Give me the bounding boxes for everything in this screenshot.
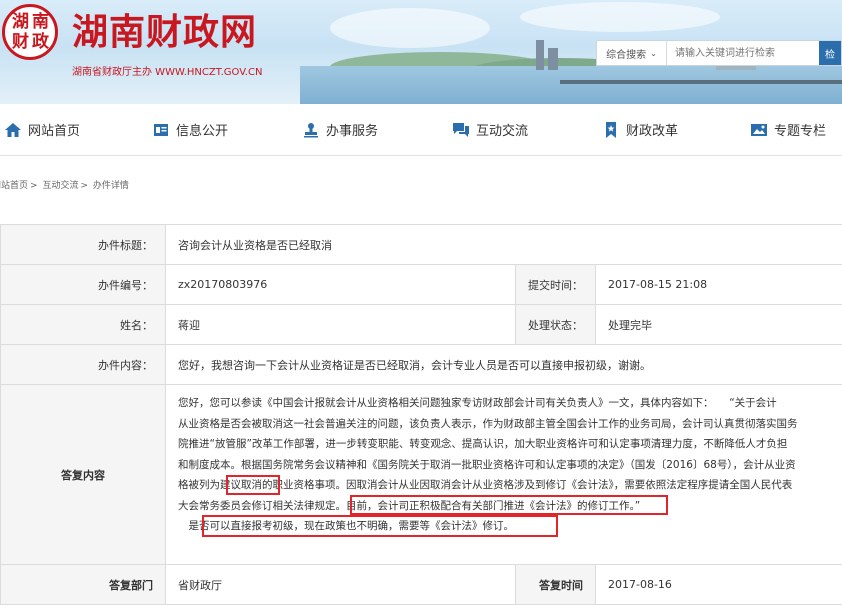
table-row: 办件标题： 咨询会计从业资格是否已经取消 [0,224,842,265]
nav-item-home[interactable]: 网站首页 [4,104,80,155]
nav-item-special[interactable]: 专题专栏 [750,104,826,155]
answer-line: 是否可以直接报考初级，现在政策也不明确，需要等《会计法》修订。 [178,520,514,532]
status-value: 处理完毕 [594,304,842,345]
site-logo-seal[interactable]: 湖 南 财 政 [2,4,58,60]
table-row: 办件编号： zx20170803976 提交时间： 2017-08-15 21:… [0,264,842,305]
table-row: 姓名： 蒋迎 处理状态： 处理完毕 [0,304,842,345]
search-scope-select[interactable]: 综合搜索 ⌄ [597,41,667,65]
answer-line: 院推进“放管服”改革工作部署，进一步转变职能、转变观念、提高认识，加大职业资格许… [178,438,788,450]
content-value: 您好，我想咨询一下会计从业资格证是否已经取消，会计专业人员是否可以直接申报初级，… [164,344,842,385]
site-header-banner: 湖 南 财 政 湖南财政网 湖南省财政厅主办 WWW.HNCZT.GOV.CN … [0,0,842,104]
nav-item-label: 专题专栏 [774,124,827,139]
building-decoration [536,40,544,70]
seal-char: 南 [32,12,49,32]
stamp-icon [304,122,318,137]
answer-line: 大会常务委员会修订相关法律规定。目前，会计司正积极配合有关部门推进《会计法》的修… [178,499,641,512]
cloud-decoration [330,8,490,48]
breadcrumb-current: 办件详情 [92,181,129,191]
nav-item-service[interactable]: 办事服务 [302,104,378,155]
nav-item-label: 财政改革 [626,124,679,139]
search-scope-label: 综合搜索 [606,49,647,61]
search-input[interactable] [667,41,819,65]
seal-char: 政 [32,32,49,52]
answer-line: 和制度成本。根据国务院常务会议精神和《国务院关于取消一批职业资格许可和认定事项的… [178,458,796,471]
chevron-down-icon: ⌄ [650,48,657,58]
submit-time-label: 提交时间： [515,264,596,305]
chat-icon [453,122,469,137]
nav-item-reform[interactable]: 财政改革 [602,104,678,155]
status-label: 处理状态： [515,304,596,345]
table-row: 办件内容： 您好，我想咨询一下会计从业资格证是否已经取消，会计专业人员是否可以直… [0,344,842,385]
cloud-decoration [520,2,720,32]
nav-item-interaction[interactable]: 互动交流 [452,104,528,155]
site-title[interactable]: 湖南财政网 [72,12,257,54]
nav-item-label: 信息公开 [176,124,229,139]
bookmark-icon [606,121,616,138]
main-nav: 网站首页 信息公开 办事服务 互动交流 财政改革 专题专栏 [0,104,842,156]
answer-label: 答复内容 [0,384,166,565]
number-label: 办件编号： [0,264,166,305]
answer-line: 格被列为建议取消的职业资格事项。因取消会计从业因取消会计从业资格涉及到修订《会计… [178,479,793,491]
picture-icon [751,123,767,136]
answer-content: 您好，您可以参读《中国会计报就会计从业资格相关问题独家专访财政部会计司有关负责人… [166,385,842,545]
seal-char: 财 [12,32,29,52]
nav-item-label: 网站首页 [28,124,81,139]
dept-label: 答复部门 [0,564,166,605]
document-icon [154,123,168,136]
title-value: 咨询会计从业资格是否已经取消 [164,224,842,265]
bridge-decoration [560,80,842,84]
site-subtitle: 湖南省财政厅主办 WWW.HNCZT.GOV.CN [72,67,263,78]
reply-time-value: 2017-08-16 [594,564,842,605]
building-decoration [548,48,558,70]
number-value: zx20170803976 [165,264,516,305]
table-row: 答复部门 省财政厅 答复时间 2017-08-16 [0,564,842,605]
search-bar: 综合搜索 ⌄ 检 [596,40,842,66]
search-button[interactable]: 检 [819,41,841,65]
dept-value: 省财政厅 [165,564,516,605]
breadcrumb-link-home[interactable]: 网站首页 [0,181,28,191]
seal-char: 湖 [12,12,29,32]
answer-line: 从业资格是否会被取消这一社会普遍关注的问题，该负责人表示，作为财政部主管全国会计… [178,417,798,430]
title-label: 办件标题： [0,224,166,265]
nav-item-label: 办事服务 [326,124,379,139]
breadcrumb: 网站首页> 互动交流> 办件详情 [0,178,131,191]
table-row: 答复内容 您好，您可以参读《中国会计报就会计从业资格相关问题独家专访财政部会计司… [0,384,842,565]
nav-item-info[interactable]: 信息公开 [152,104,228,155]
reply-time-label: 答复时间 [515,564,596,605]
breadcrumb-link-interaction[interactable]: 互动交流 [42,181,78,191]
answer-line: 您好，您可以参读《中国会计报就会计从业资格相关问题独家专访财政部会计司有关负责人… [178,397,777,409]
case-detail-table: 办件标题： 咨询会计从业资格是否已经取消 办件编号： zx20170803976… [0,224,842,605]
river-decoration [300,66,842,104]
content-label: 办件内容： [0,344,166,385]
nav-item-label: 互动交流 [476,124,529,139]
name-value: 蒋迎 [165,304,516,345]
name-label: 姓名： [0,304,166,345]
submit-time-value: 2017-08-15 21:08 [594,264,842,305]
home-icon [5,122,21,137]
answer-cell: 您好，您可以参读《中国会计报就会计从业资格相关问题独家专访财政部会计司有关负责人… [164,384,842,565]
